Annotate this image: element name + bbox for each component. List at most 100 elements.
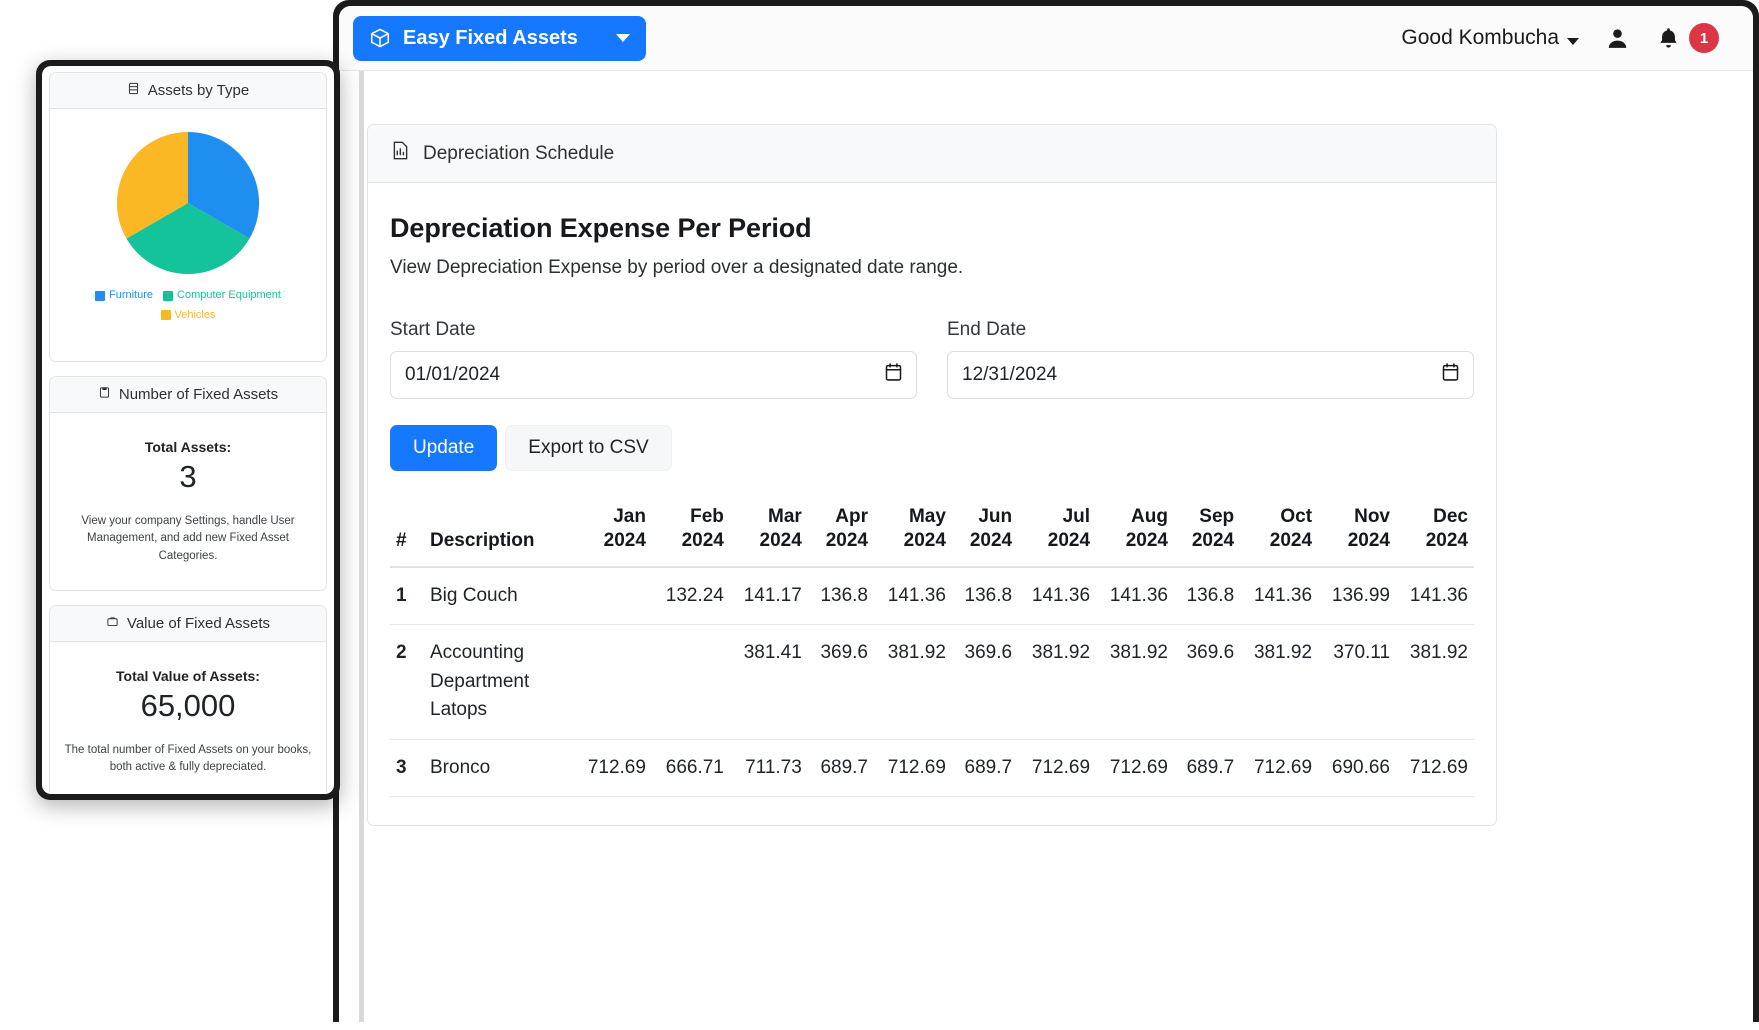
brand-menu-button[interactable]: Easy Fixed Assets	[353, 15, 646, 61]
row-month-value: 141.36	[1018, 566, 1097, 625]
row-month-value: 370.11	[1318, 624, 1397, 740]
briefcase-icon	[106, 615, 119, 632]
row-index: 2	[390, 624, 424, 740]
row-month-value: 690.66	[1318, 739, 1397, 797]
row-month-value: 712.69	[1240, 739, 1319, 797]
user-icon[interactable]	[1605, 26, 1630, 51]
row-month-value	[651, 624, 730, 740]
total-value-note: The total number of Fixed Assets on your…	[64, 744, 312, 774]
assets-by-type-card-body: Furniture Computer Equipment Vehicles	[50, 109, 326, 340]
panel-header-title: Depreciation Schedule	[423, 142, 615, 164]
start-date-label: Start Date	[390, 319, 476, 340]
caret-down-icon	[1567, 37, 1579, 45]
pie-chart-legend: Furniture Computer Equipment Vehicles	[60, 287, 316, 326]
bell-icon[interactable]	[1656, 26, 1681, 51]
row-month-value: 369.6	[1173, 624, 1241, 740]
row-description: Bronco	[424, 739, 574, 797]
table-col-month: Oct 2024	[1240, 495, 1319, 568]
page-scrollbar[interactable]	[359, 71, 364, 1022]
dashboard-side-window: Assets by Type Furniture Computer Equipme…	[36, 60, 340, 800]
table-row: 2 Accounting Department Latops 381.41 369.6…	[390, 624, 1474, 740]
row-month-value: 136.8	[807, 566, 874, 625]
start-date-input[interactable]: 01/01/2024	[390, 351, 917, 399]
total-assets-value: 3	[179, 459, 197, 494]
brand-label: Easy Fixed Assets	[403, 26, 578, 49]
legend-item[interactable]: Furniture	[95, 287, 153, 304]
main-content: Depreciation Schedule Depreciation Expen…	[339, 71, 1753, 1022]
table-col-month: Jun 2024	[951, 495, 1019, 568]
row-index: 1	[390, 566, 424, 625]
row-month-value: 666.71	[651, 739, 730, 797]
legend-label: Computer Equipment	[177, 289, 281, 301]
row-month-value: 712.69	[1096, 739, 1174, 797]
value-of-fixed-assets-card-header: Value of Fixed Assets	[50, 606, 326, 642]
end-date-label: End Date	[947, 319, 1027, 340]
number-of-fixed-assets-title: Number of Fixed Assets	[118, 386, 279, 403]
row-month-value: 381.92	[1396, 624, 1474, 740]
notifications-group[interactable]: 1	[1656, 23, 1719, 53]
total-value-label: Total Value of Assets:	[116, 668, 260, 684]
legend-label: Vehicles	[174, 308, 216, 321]
table-body: 1 Big Couch 132.24 141.17 136.8 141.36 136.8 14…	[390, 566, 1474, 797]
clipboard-icon	[98, 386, 111, 403]
row-month-value: 712.69	[1018, 739, 1097, 797]
table-col-month: Dec 2024	[1396, 495, 1474, 568]
row-month-value: 132.24	[651, 566, 730, 625]
total-assets-label: Total Assets:	[144, 439, 232, 455]
row-month-value: 141.36	[1240, 566, 1319, 625]
database-icon	[127, 82, 140, 99]
legend-item[interactable]: Vehicles	[160, 307, 216, 324]
start-date-value: 01/01/2024	[405, 364, 501, 385]
value-of-fixed-assets-card-body: Total Value of Assets: 65,000 The total …	[50, 642, 326, 791]
table-col-month: Jan 2024	[574, 495, 652, 568]
row-month-value: 141.17	[729, 566, 808, 625]
calendar-icon[interactable]	[1442, 363, 1459, 388]
table-col-month: Jul 2024	[1018, 495, 1097, 568]
total-value-value: 65,000	[140, 688, 236, 723]
row-index: 3	[390, 739, 424, 797]
form-actions: Update Export to CSV	[390, 425, 1474, 471]
value-of-fixed-assets-card: Value of Fixed Assets Total Value of Ass…	[49, 605, 327, 794]
row-description: Accounting Department Latops	[424, 624, 574, 740]
calendar-icon[interactable]	[885, 363, 902, 388]
notification-count-badge: 1	[1689, 23, 1719, 53]
table-col-month: Feb 2024	[651, 495, 730, 568]
panel-header: Depreciation Schedule	[368, 125, 1496, 183]
top-navbar: Easy Fixed Assets Good Kombucha 1	[339, 6, 1753, 71]
row-month-value: 136.8	[1173, 566, 1241, 625]
row-month-value: 369.6	[807, 624, 874, 740]
table-col-index: #	[390, 495, 424, 568]
update-button[interactable]: Update	[390, 425, 498, 471]
end-date-group: End Date 12/31/2024	[947, 319, 1474, 399]
start-date-group: Start Date 01/01/2024	[390, 319, 917, 399]
row-month-value: 136.8	[951, 566, 1019, 625]
navbar-right-group: Good Kombucha 1	[1401, 23, 1719, 53]
legend-swatch-icon	[160, 310, 171, 321]
row-month-value: 381.92	[1096, 624, 1174, 740]
end-date-input[interactable]: 12/31/2024	[947, 351, 1474, 399]
row-description: Big Couch	[424, 566, 574, 625]
assets-by-type-title: Assets by Type	[147, 82, 250, 99]
org-switcher-button[interactable]: Good Kombucha	[1401, 26, 1579, 50]
depreciation-table: # Description Jan 2024 Feb 2024 Mar 2024 Apr …	[390, 495, 1474, 797]
row-month-value: 712.69	[574, 739, 652, 797]
legend-item[interactable]: Computer Equipment	[163, 287, 281, 304]
pie-chart	[60, 121, 316, 277]
number-of-fixed-assets-card: Number of Fixed Assets Total Assets: 3 V…	[49, 376, 327, 591]
row-month-value: 689.7	[951, 739, 1019, 797]
end-date-value: 12/31/2024	[962, 364, 1058, 385]
row-month-value: 712.69	[1396, 739, 1474, 797]
assets-by-type-card: Assets by Type Furniture Computer Equipme…	[49, 72, 327, 362]
value-of-fixed-assets-title: Value of Fixed Assets	[126, 615, 271, 632]
legend-swatch-icon	[95, 290, 105, 301]
table-col-month: Apr 2024	[807, 495, 874, 568]
export-to-csv-button[interactable]: Export to CSV	[505, 425, 672, 471]
org-label: Good Kombucha	[1401, 26, 1559, 49]
row-month-value: 711.73	[729, 739, 808, 797]
row-month-value: 381.92	[1240, 624, 1319, 740]
row-month-value	[574, 566, 652, 625]
page-subtitle: View Depreciation Expense by period over…	[390, 257, 964, 278]
pie-chart-svg	[116, 131, 260, 275]
number-of-fixed-assets-card-header: Number of Fixed Assets	[50, 377, 326, 413]
table-header-row: # Description Jan 2024 Feb 2024 Mar 2024 Apr …	[390, 495, 1474, 568]
